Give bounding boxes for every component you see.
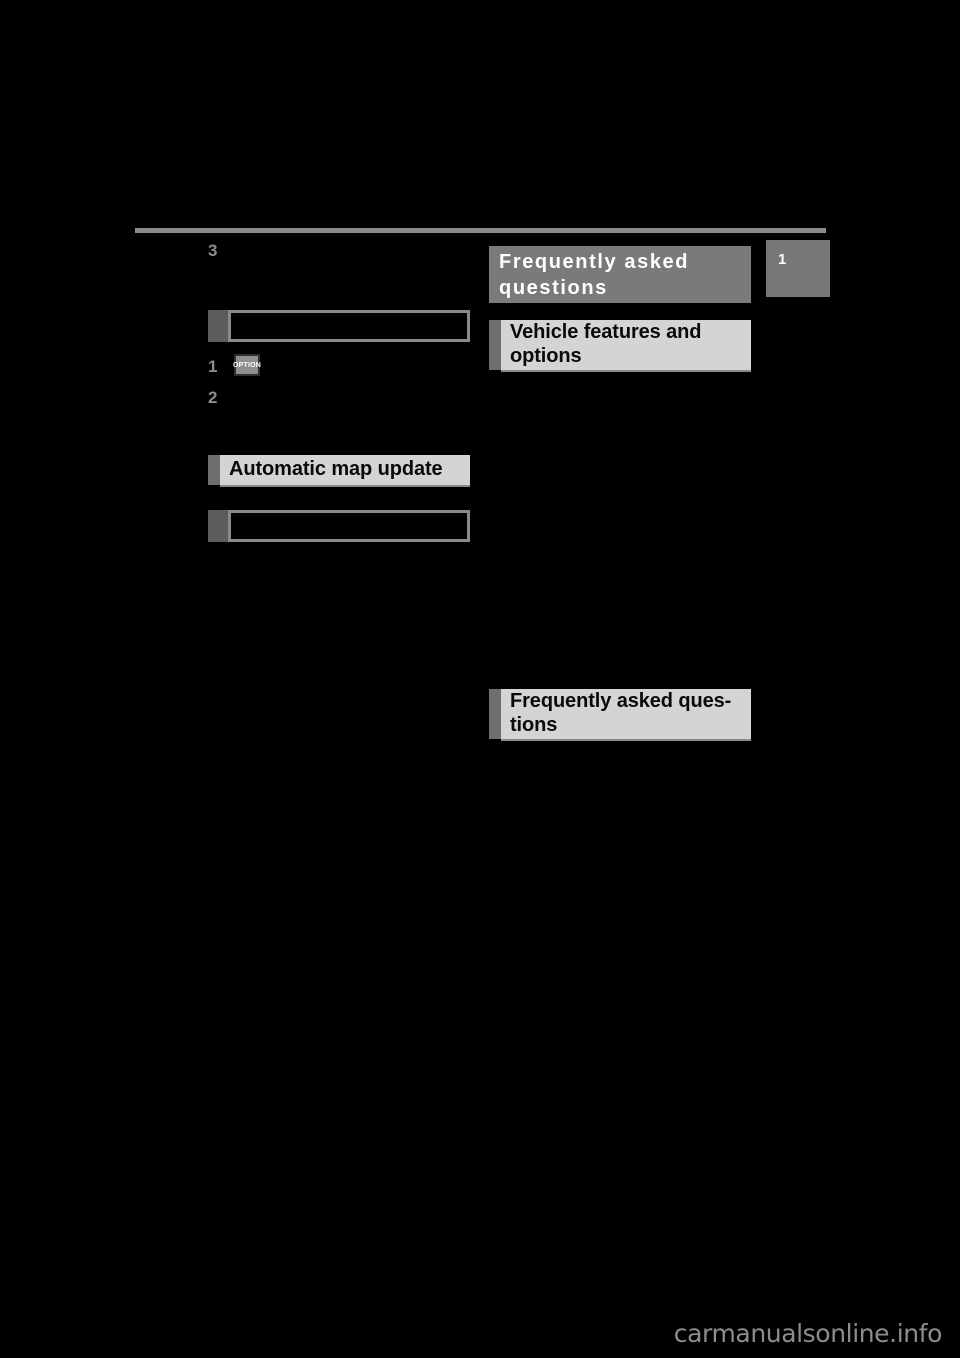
figure-body xyxy=(228,510,470,542)
heading-tab xyxy=(208,455,220,485)
option-button-label: OPTION xyxy=(232,361,262,369)
heading-frequently-asked-questions: Frequently asked ques-tions xyxy=(489,689,751,739)
step-number-2: 2 xyxy=(208,388,218,407)
figure-body xyxy=(228,310,470,342)
manual-page: 1 3 1 OPTION 2 Automatic map update Freq… xyxy=(0,0,960,1358)
figure-placeholder-1 xyxy=(208,310,470,342)
chapter-tab-number: 1 xyxy=(778,251,787,268)
header-rule xyxy=(135,228,826,233)
step-number-3: 3 xyxy=(208,241,218,260)
heading-tab xyxy=(489,320,501,370)
chapter-tab: 1 xyxy=(766,240,830,297)
heading-tab xyxy=(489,689,501,739)
heading-body: Vehicle features and options xyxy=(501,320,751,370)
heading-body: Frequently asked ques-tions xyxy=(501,689,751,739)
figure-tab xyxy=(208,310,228,342)
option-button-icon: OPTION xyxy=(232,354,262,376)
heading-label: Vehicle features and options xyxy=(510,320,702,367)
heading-label: Automatic map update xyxy=(229,457,443,480)
figure-placeholder-2 xyxy=(208,510,470,542)
heading-automatic-map-update: Automatic map update xyxy=(208,455,470,485)
chapter-title: Frequently asked questions xyxy=(489,246,751,303)
step-number-1: 1 xyxy=(208,357,218,376)
heading-label: Frequently asked ques-tions xyxy=(510,689,732,736)
figure-tab xyxy=(208,510,228,542)
chapter-title-label: Frequently asked questions xyxy=(499,250,690,299)
heading-body: Automatic map update xyxy=(220,455,470,485)
site-watermark: carmanualsonline.info xyxy=(673,1319,943,1348)
heading-vehicle-features-and-options: Vehicle features and options xyxy=(489,320,751,370)
